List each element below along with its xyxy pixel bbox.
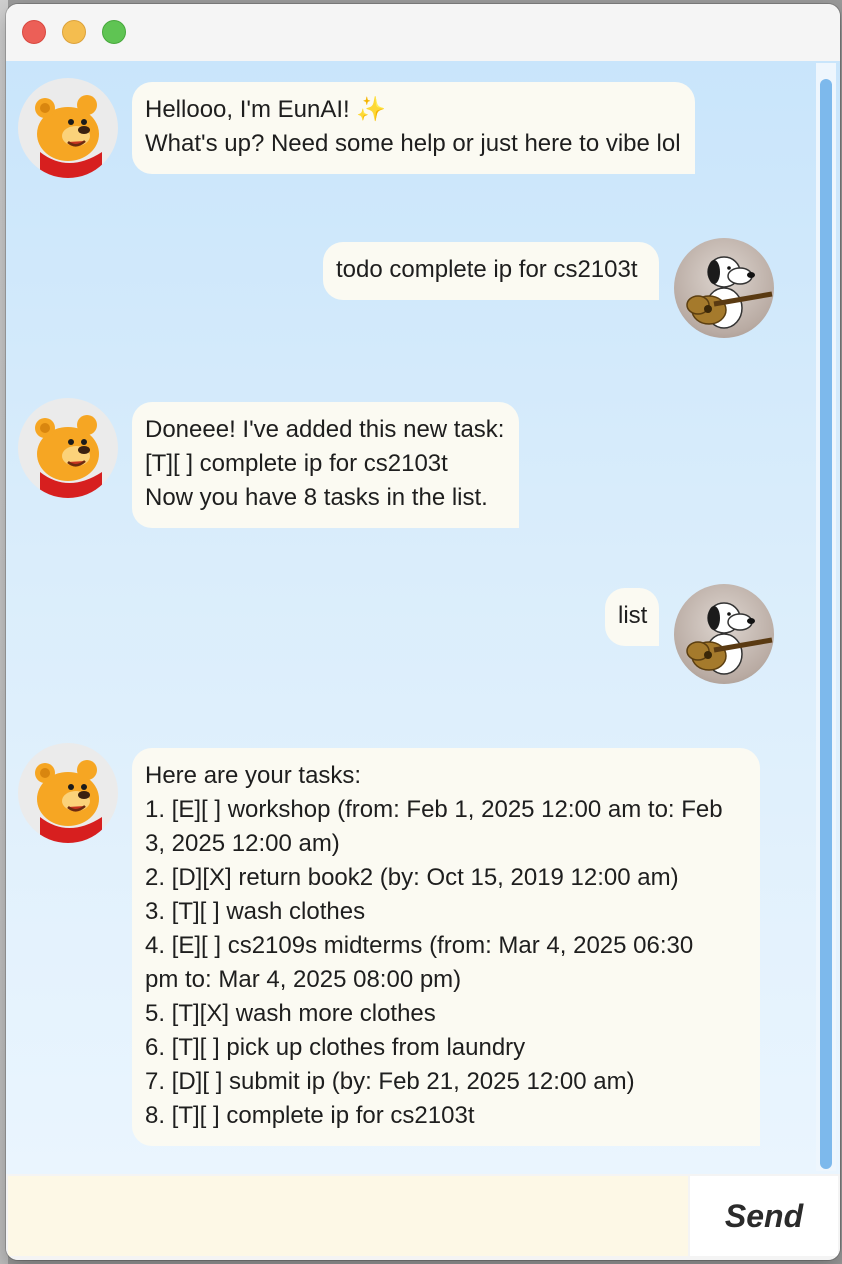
message-line: 7. [D][ ] submit ip (by: Feb 21, 2025 12… <box>145 1068 635 1095</box>
bot-message-bubble: Here are your tasks: 1. [E][ ] workshop … <box>132 748 760 1146</box>
pooh-bear-avatar-icon <box>18 398 118 498</box>
message-line: 3. [T][ ] wash clothes <box>145 898 366 925</box>
send-button[interactable]: Send <box>690 1176 838 1256</box>
message-line: Hellooo, I'm EunAI! ✨ <box>145 96 387 123</box>
title-bar <box>6 4 840 62</box>
message-line: [T][ ] complete ip for cs2103t <box>145 450 448 477</box>
message-line: 4. [E][ ] cs2109s midterms (from: Mar 4,… <box>145 932 694 959</box>
message-line: todo complete ip for cs2103t <box>336 256 638 283</box>
snoopy-guitar-avatar-icon <box>674 584 774 684</box>
message-line: pm to: Mar 4, 2025 08:00 pm) <box>145 966 462 993</box>
pooh-bear-avatar-icon <box>18 743 118 843</box>
message-input[interactable] <box>8 1176 688 1256</box>
chat-scroll-pane[interactable]: Hellooo, I'm EunAI! ✨ What's up? Need so… <box>6 61 840 1174</box>
message-line: 2. [D][X] return book2 (by: Oct 15, 2019… <box>145 864 679 891</box>
message-line: 5. [T][X] wash more clothes <box>145 1000 436 1027</box>
bot-message-bubble: Doneee! I've added this new task: [T][ ]… <box>132 402 519 528</box>
vertical-scrollbar-thumb[interactable] <box>820 79 832 1169</box>
message-line: 8. [T][ ] complete ip for cs2103t <box>145 1102 475 1129</box>
minimize-window-button[interactable] <box>62 20 86 44</box>
pooh-bear-avatar-icon <box>18 78 118 178</box>
maximize-window-button[interactable] <box>102 20 126 44</box>
bot-message-bubble: Hellooo, I'm EunAI! ✨ What's up? Need so… <box>132 82 695 174</box>
message-line: Doneee! I've added this new task: <box>145 416 505 443</box>
input-bar: Send <box>6 1174 840 1260</box>
user-message-bubble: list <box>605 588 659 646</box>
message-line: 6. [T][ ] pick up clothes from laundry <box>145 1034 526 1061</box>
message-line: What's up? Need some help or just here t… <box>145 130 681 157</box>
message-line: Here are your tasks: <box>145 762 362 789</box>
message-line: 3, 2025 12:00 am) <box>145 830 340 857</box>
close-window-button[interactable] <box>22 20 46 44</box>
snoopy-guitar-avatar-icon <box>674 238 774 338</box>
message-line: Now you have 8 tasks in the list. <box>145 484 488 511</box>
message-line: list <box>618 602 648 629</box>
app-window: Hellooo, I'm EunAI! ✨ What's up? Need so… <box>6 4 840 1260</box>
user-message-bubble: todo complete ip for cs2103t <box>323 242 659 300</box>
message-line: 1. [E][ ] workshop (from: Feb 1, 2025 12… <box>145 796 723 823</box>
